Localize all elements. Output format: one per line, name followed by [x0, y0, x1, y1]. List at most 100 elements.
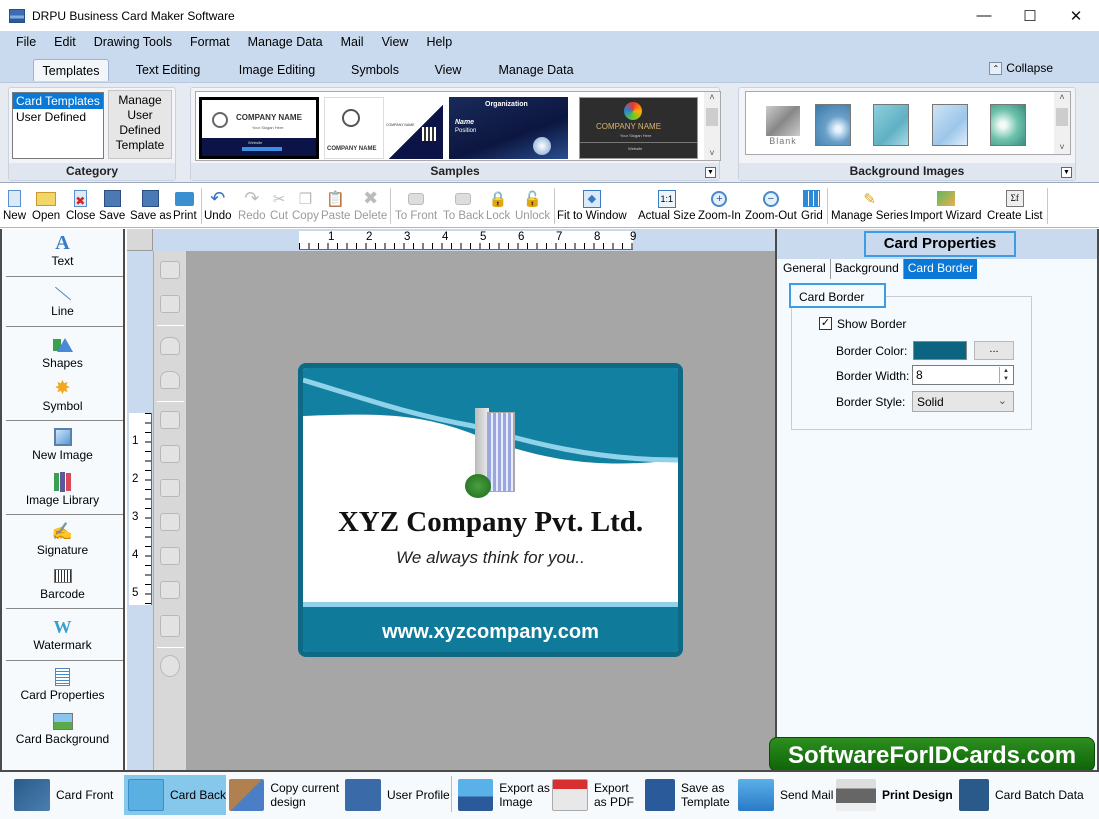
zoom-icon[interactable] [160, 655, 180, 677]
card-slogan[interactable]: We always think for you.. [303, 548, 678, 568]
grid-button[interactable]: Grid [801, 186, 823, 226]
unlock-button[interactable]: 🔓 Unlock [515, 186, 550, 226]
fit-to-window-button[interactable]: ◆ Fit to Window [557, 186, 627, 226]
border-color-browse-button[interactable]: ... [974, 341, 1014, 360]
copy-button[interactable]: ❐ Copy [292, 186, 319, 226]
background-scrollbar[interactable]: ˄ ˅ [1054, 92, 1070, 154]
border-width-input[interactable]: 8 ▲ ▼ [912, 365, 1014, 385]
zoom-out-button[interactable]: − Zoom-Out [745, 186, 797, 226]
tool-watermark[interactable]: W Watermark [2, 617, 123, 653]
redo-button[interactable]: ↷ Redo [238, 186, 266, 226]
tool-shapes[interactable]: Shapes [2, 335, 123, 370]
tool-new-image[interactable]: New Image [2, 427, 123, 462]
menu-mail[interactable]: Mail [341, 35, 364, 49]
menu-help[interactable]: Help [426, 35, 452, 49]
cut-button[interactable]: ✂ Cut [269, 186, 289, 226]
lock-icon[interactable] [160, 337, 180, 355]
border-width-spinner[interactable]: ▲ ▼ [999, 367, 1012, 383]
save-button[interactable]: Save [99, 186, 125, 226]
category-item-user-defined[interactable]: User Defined [13, 109, 103, 125]
align-bottom-icon[interactable] [160, 513, 180, 531]
bg-thumb-2[interactable] [873, 104, 909, 146]
scroll-thumb[interactable] [706, 108, 718, 126]
tool-symbol[interactable]: ✸ Symbol [2, 378, 123, 414]
menu-file[interactable]: File [16, 35, 36, 49]
send-back-icon[interactable] [160, 295, 180, 313]
category-item-card-templates[interactable]: Card Templates [13, 93, 103, 109]
to-back-button[interactable]: To Back [443, 186, 484, 226]
to-front-button[interactable]: To Front [395, 186, 437, 226]
import-wizard-button[interactable]: Import Wizard [910, 186, 982, 226]
bring-front-icon[interactable] [160, 261, 180, 279]
actual-size-button[interactable]: 1:1 Actual Size [638, 186, 696, 226]
sample-thumb-2[interactable]: COMPANY NAME COMPANY NAME [324, 97, 443, 159]
scroll-down-icon[interactable]: ˅ [1054, 142, 1070, 152]
save-as-template-button[interactable]: Save as Template [645, 775, 737, 815]
lock-button[interactable]: 🔒 Lock [486, 186, 510, 226]
card-website[interactable]: www.xyzcompany.com [303, 621, 678, 644]
tool-card-properties[interactable]: Card Properties [2, 667, 123, 702]
export-as-image-button[interactable]: Export as Image [458, 775, 550, 815]
maximize-button[interactable]: ☐ [1007, 0, 1053, 31]
align-right-icon[interactable] [160, 445, 180, 463]
export-as-pdf-button[interactable]: Export as PDF [552, 775, 644, 815]
show-border-checkbox[interactable]: ✓ [819, 317, 832, 330]
close-button[interactable]: ✕ [1053, 0, 1099, 31]
bg-thumb-blank[interactable]: Blank [764, 104, 802, 146]
tab-symbols[interactable]: Symbols [344, 59, 406, 81]
delete-button[interactable]: ✖ Delete [354, 186, 387, 226]
close-file-button[interactable]: ✖ Close [66, 186, 95, 226]
tool-card-background[interactable]: Card Background [2, 711, 123, 746]
unlock-icon[interactable] [160, 371, 180, 389]
scroll-up-icon[interactable]: ˄ [704, 92, 720, 102]
menu-drawing-tools[interactable]: Drawing Tools [94, 35, 172, 49]
minimize-button[interactable]: — [961, 0, 1007, 31]
card-batch-data-button[interactable]: Card Batch Data [959, 775, 1089, 815]
sample-thumb-1[interactable]: COMPANY NAME Your Slogan Here Website [199, 97, 319, 159]
new-button[interactable]: New [3, 186, 26, 226]
tab-card-border[interactable]: Card Border [903, 259, 978, 279]
collapse-button[interactable]: ⌃ Collapse [989, 61, 1053, 75]
samples-expand-icon[interactable]: ▼ [705, 167, 716, 178]
scroll-up-icon[interactable]: ˄ [1054, 92, 1070, 102]
tab-view[interactable]: View [428, 59, 468, 81]
bg-thumb-4[interactable] [990, 104, 1026, 146]
tab-templates[interactable]: Templates [33, 59, 109, 81]
create-list-button[interactable]: Σf Create List [987, 186, 1043, 226]
tab-general[interactable]: General [779, 259, 831, 279]
tab-manage-data[interactable]: Manage Data [492, 59, 580, 81]
scroll-down-icon[interactable]: ˅ [704, 148, 720, 158]
menu-manage-data[interactable]: Manage Data [248, 35, 323, 49]
tool-signature[interactable]: ✍ Signature [2, 522, 123, 557]
category-list[interactable]: Card Templates User Defined [12, 92, 104, 159]
user-profile-button[interactable]: User Profile [345, 775, 451, 815]
align-top-icon[interactable] [160, 479, 180, 497]
sample-thumb-4[interactable]: COMPANY NAME Your Slogan Here Website [579, 97, 698, 159]
print-design-button[interactable]: Print Design [836, 775, 956, 815]
border-style-select[interactable]: Solid ⌄ [912, 391, 1014, 412]
background-expand-icon[interactable]: ▼ [1061, 167, 1072, 178]
send-mail-button[interactable]: Send Mail [738, 775, 834, 815]
menu-format[interactable]: Format [190, 35, 230, 49]
menu-edit[interactable]: Edit [54, 35, 76, 49]
samples-scrollbar[interactable]: ˄ ˅ [704, 92, 720, 160]
align-center-icon[interactable] [160, 547, 180, 565]
copy-current-design-button[interactable]: Copy current design [229, 775, 343, 815]
tab-text-editing[interactable]: Text Editing [128, 59, 208, 81]
card-back-button[interactable]: Card Back [124, 775, 226, 815]
open-button[interactable]: Open [32, 186, 60, 226]
fit-center-icon[interactable] [160, 615, 180, 637]
tool-barcode[interactable]: Barcode [2, 566, 123, 601]
tool-line[interactable]: Line [2, 283, 123, 318]
paste-button[interactable]: 📋 Paste [321, 186, 350, 226]
tab-background[interactable]: Background [830, 259, 904, 279]
tool-text[interactable]: A Text [2, 232, 123, 269]
undo-button[interactable]: ↶ Undo [204, 186, 232, 226]
save-as-button[interactable]: Save as [130, 186, 172, 226]
business-card[interactable]: XYZ Company Pvt. Ltd. We always think fo… [298, 363, 683, 657]
bg-thumb-3[interactable] [932, 104, 968, 146]
sample-thumb-3[interactable]: Organization Name Position [449, 97, 568, 159]
scroll-thumb[interactable] [1056, 108, 1068, 126]
tool-image-library[interactable]: Image Library [2, 472, 123, 507]
card-company-name[interactable]: XYZ Company Pvt. Ltd. [303, 506, 678, 539]
